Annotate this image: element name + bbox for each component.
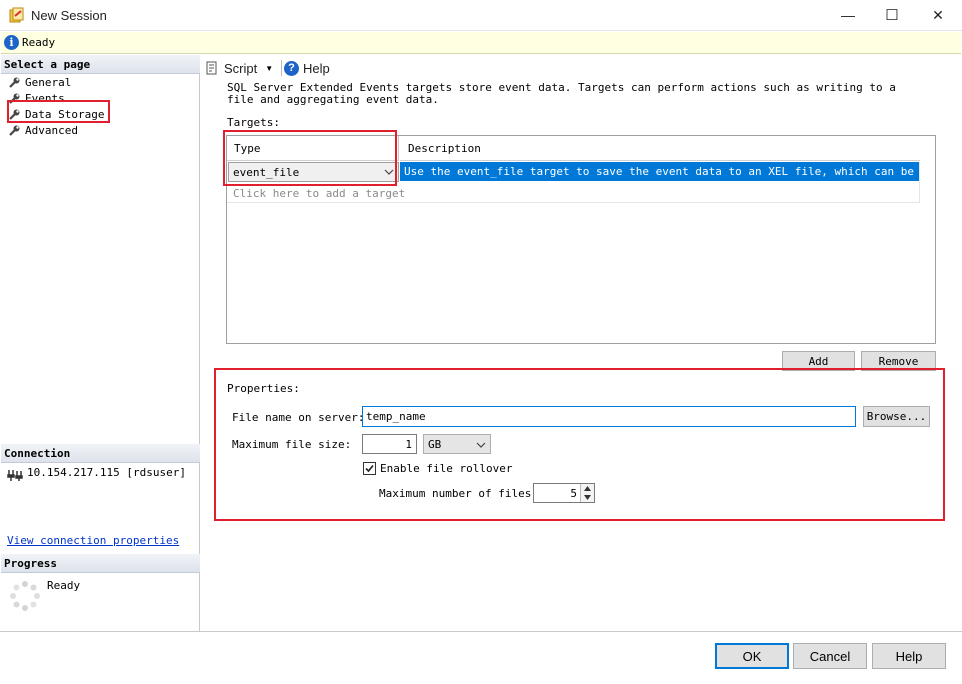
script-label: Script bbox=[224, 60, 258, 76]
chevron-down-icon bbox=[476, 442, 486, 448]
targets-description: SQL Server Extended Events targets store… bbox=[227, 81, 896, 106]
enable-rollover-checkbox[interactable] bbox=[363, 462, 376, 475]
spin-down-icon bbox=[584, 495, 591, 500]
title-bar: New Session — ☐ ✕ bbox=[0, 0, 962, 31]
page-item-advanced[interactable]: Advanced bbox=[9, 122, 78, 138]
help-label: Help bbox=[303, 60, 330, 76]
wrench-icon bbox=[9, 93, 20, 104]
info-icon: i bbox=[4, 35, 19, 50]
help-icon: ? bbox=[284, 60, 299, 76]
progress-header: Progress bbox=[1, 554, 200, 573]
app-icon bbox=[9, 7, 24, 23]
grid-divider bbox=[227, 202, 920, 203]
ok-button[interactable]: OK bbox=[715, 643, 789, 669]
cancel-button[interactable]: Cancel bbox=[793, 643, 867, 669]
help-toolbar-button[interactable]: ? Help bbox=[284, 58, 330, 78]
targets-label: Targets: bbox=[227, 116, 280, 129]
page-item-general[interactable]: General bbox=[9, 74, 71, 90]
minimize-button[interactable]: — bbox=[826, 0, 870, 30]
progress-text: Ready bbox=[47, 579, 81, 592]
status-text: Ready bbox=[22, 36, 56, 49]
add-button[interactable]: Add bbox=[782, 351, 855, 371]
close-button[interactable]: ✕ bbox=[916, 0, 960, 30]
toolbar-separator bbox=[281, 60, 283, 76]
script-button[interactable]: Script ▼ bbox=[205, 58, 283, 78]
script-icon bbox=[206, 61, 217, 75]
spin-up-button[interactable] bbox=[580, 484, 594, 493]
max-files-value: 5 bbox=[570, 487, 577, 500]
max-file-size-input[interactable]: 1 bbox=[362, 434, 417, 454]
target-description-cell[interactable]: Use the event_file target to save the ev… bbox=[400, 162, 920, 181]
help-button[interactable]: Help bbox=[872, 643, 946, 669]
minimize-icon: — bbox=[841, 7, 855, 23]
checkmark-icon bbox=[365, 464, 374, 473]
page-item-label: General bbox=[25, 75, 72, 89]
targets-grid[interactable]: Type Description event_file Use the even… bbox=[226, 135, 936, 344]
remove-button[interactable]: Remove bbox=[861, 351, 936, 371]
connection-text: 10.154.217.115 [rdsuser] bbox=[27, 466, 186, 479]
size-unit-select[interactable]: GB bbox=[423, 434, 491, 454]
maximize-button[interactable]: ☐ bbox=[870, 0, 914, 30]
wrench-icon bbox=[9, 109, 20, 120]
add-target-row[interactable]: Click here to add a target bbox=[233, 187, 405, 200]
page-item-data-storage[interactable]: Data Storage bbox=[9, 106, 104, 122]
view-connection-properties-link[interactable]: View connection properties bbox=[7, 534, 179, 547]
max-file-size-label: Maximum file size: bbox=[232, 438, 352, 451]
page-item-label: Data Storage bbox=[25, 107, 105, 121]
column-header-type[interactable]: Type bbox=[227, 136, 399, 161]
close-icon: ✕ bbox=[932, 6, 944, 23]
maximize-icon: ☐ bbox=[885, 7, 899, 24]
select-page-header: Select a page bbox=[1, 55, 200, 74]
chevron-down-icon: ▼ bbox=[265, 63, 274, 73]
spin-down-button[interactable] bbox=[580, 493, 594, 502]
target-type-dropdown[interactable]: event_file bbox=[228, 162, 399, 182]
file-name-input[interactable]: temp_name bbox=[362, 406, 856, 427]
browse-button[interactable]: Browse... bbox=[863, 406, 930, 427]
wrench-icon bbox=[9, 125, 20, 136]
left-pane: Select a page General Events Data Storag… bbox=[1, 55, 200, 631]
wrench-icon bbox=[9, 77, 20, 88]
window-title: New Session bbox=[31, 8, 107, 23]
grid-divider bbox=[919, 162, 920, 203]
page-item-label: Advanced bbox=[25, 123, 78, 137]
column-header-description[interactable]: Description bbox=[400, 136, 920, 161]
enable-rollover-label[interactable]: Enable file rollover bbox=[380, 462, 512, 475]
status-bar: i Ready bbox=[1, 32, 961, 54]
target-type-value: event_file bbox=[233, 166, 300, 179]
footer-divider bbox=[0, 631, 962, 632]
properties-label: Properties: bbox=[227, 382, 300, 395]
file-name-label: File name on server: bbox=[232, 411, 365, 424]
connection-header: Connection bbox=[1, 444, 200, 463]
max-files-label: Maximum number of files: bbox=[379, 487, 538, 500]
page-item-events[interactable]: Events bbox=[9, 90, 65, 106]
size-unit-value: GB bbox=[428, 438, 442, 451]
spin-up-icon bbox=[584, 486, 591, 491]
page-item-label: Events bbox=[25, 91, 65, 105]
max-files-stepper[interactable]: 5 bbox=[533, 483, 595, 503]
chevron-down-icon bbox=[384, 169, 394, 175]
progress-spinner-icon bbox=[10, 581, 40, 611]
connection-icon bbox=[7, 470, 23, 481]
